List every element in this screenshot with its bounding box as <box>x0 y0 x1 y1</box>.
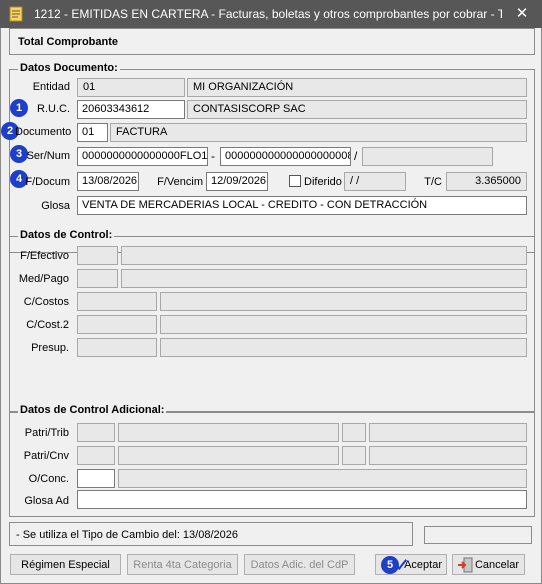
f-docum-field[interactable]: 13/08/2026 <box>77 172 139 191</box>
patri-trib-desc2 <box>369 423 527 442</box>
ruc-number-field[interactable]: 20603343612 <box>77 100 185 119</box>
diferido-label: Diferido <box>304 176 342 188</box>
presup-desc <box>160 338 527 357</box>
aceptar-label: Aceptar <box>404 558 442 571</box>
datos-adic-cdp-button[interactable]: Datos Adic. del CdP <box>244 554 355 575</box>
entidad-label: Entidad <box>32 81 70 93</box>
regimen-especial-button[interactable]: Régimen Especial <box>10 554 121 575</box>
c-cost2-desc <box>160 315 527 334</box>
patri-trib-label: Patri/Trib <box>24 427 69 439</box>
diferido-date-field: / / <box>344 172 406 191</box>
ruc-name-field: CONTASISCORP SAC <box>187 100 527 119</box>
med-pago-desc <box>121 269 527 288</box>
med-pago-label: Med/Pago <box>18 273 69 285</box>
close-icon[interactable]: ✕ <box>514 6 530 22</box>
entidad-code-field[interactable]: 01 <box>77 78 185 97</box>
patri-trib-desc <box>118 423 339 442</box>
f-efectivo-code[interactable] <box>77 246 118 265</box>
ser-num-extra-field <box>362 147 493 166</box>
status-side-panel <box>424 526 532 544</box>
f-vencim-field[interactable]: 12/09/2026 <box>206 172 268 191</box>
documento-code-field[interactable]: 01 <box>77 123 108 142</box>
o-conc-field[interactable] <box>77 469 115 488</box>
ledger-icon <box>9 6 23 22</box>
ser-num-dash: - <box>211 149 215 163</box>
ser-num-label: Ser/Num <box>26 150 70 162</box>
f-efectivo-desc <box>121 246 527 265</box>
glosa-field[interactable]: VENTA DE MERCADERIAS LOCAL - CREDITO - C… <box>77 196 527 215</box>
datos-documento-title: Datos Documento: <box>18 62 120 74</box>
patri-trib-code2[interactable] <box>342 423 366 442</box>
patri-cnv-code[interactable] <box>77 446 115 465</box>
documento-label: Documento <box>15 126 72 138</box>
patri-cnv-label: Patri/Cnv <box>23 450 69 462</box>
c-costos-desc <box>160 292 527 311</box>
documento-name-field: FACTURA <box>110 123 527 142</box>
entidad-name-field: MI ORGANIZACIÓN <box>187 78 527 97</box>
presup-label: Presup. <box>31 342 69 354</box>
tc-field: 3.365000 <box>446 172 527 191</box>
patri-cnv-code2[interactable] <box>342 446 366 465</box>
cancelar-label: Cancelar <box>474 558 519 571</box>
f-efectivo-label: F/Efectivo <box>20 250 69 262</box>
title-bar: 1212 - EMITIDAS EN CARTERA - Facturas, b… <box>0 0 542 28</box>
window-title: 1212 - EMITIDAS EN CARTERA - Facturas, b… <box>34 7 502 21</box>
f-vencim-label: F/Vencim <box>157 176 203 188</box>
o-conc-label: O/Conc. <box>28 473 69 485</box>
datos-control-adicional-title: Datos de Control Adicional: <box>18 404 167 416</box>
tc-label: T/C <box>424 176 442 188</box>
presup-code[interactable] <box>77 338 157 357</box>
c-costos-label: C/Costos <box>23 296 69 308</box>
glosa-ad-field[interactable] <box>77 490 527 509</box>
total-label: Total Comprobante <box>18 36 119 48</box>
status-text: - Se utiliza el Tipo de Cambio del: 13/0… <box>16 529 238 541</box>
c-costos-code[interactable] <box>77 292 157 311</box>
o-conc-desc <box>118 469 527 488</box>
patri-trib-code[interactable] <box>77 423 115 442</box>
c-cost2-label: C/Cost.2 <box>26 319 69 331</box>
exit-door-icon <box>458 557 473 573</box>
total-panel: Total Comprobante <box>9 28 535 55</box>
c-cost2-code[interactable] <box>77 315 157 334</box>
serie-field[interactable]: 0000000000000000FLO1 <box>77 147 208 166</box>
ruc-label: R.U.C. <box>37 103 70 115</box>
glosa-label: Glosa <box>41 200 70 212</box>
status-panel: - Se utiliza el Tipo de Cambio del: 13/0… <box>9 522 413 546</box>
renta-4ta-categoria-button[interactable]: Renta 4ta Categoria <box>127 554 238 575</box>
glosa-ad-label: Glosa Ad <box>24 495 69 507</box>
numero-field[interactable]: 0000000000000000000080 <box>220 147 351 166</box>
cancelar-button[interactable]: Cancelar <box>452 554 525 575</box>
med-pago-code[interactable] <box>77 269 118 288</box>
datos-control-title: Datos de Control: <box>18 229 115 241</box>
f-docum-label: F/Docum <box>25 176 70 188</box>
diferido-checkbox[interactable] <box>289 175 301 187</box>
step-1-badge: 1 <box>10 99 28 117</box>
step-5-badge: 5 <box>381 556 399 574</box>
patri-cnv-desc <box>118 446 339 465</box>
ser-num-slash: / <box>354 149 358 163</box>
dialog-body: Total Comprobante Datos Documento: Entid… <box>0 28 542 584</box>
patri-cnv-desc2 <box>369 446 527 465</box>
